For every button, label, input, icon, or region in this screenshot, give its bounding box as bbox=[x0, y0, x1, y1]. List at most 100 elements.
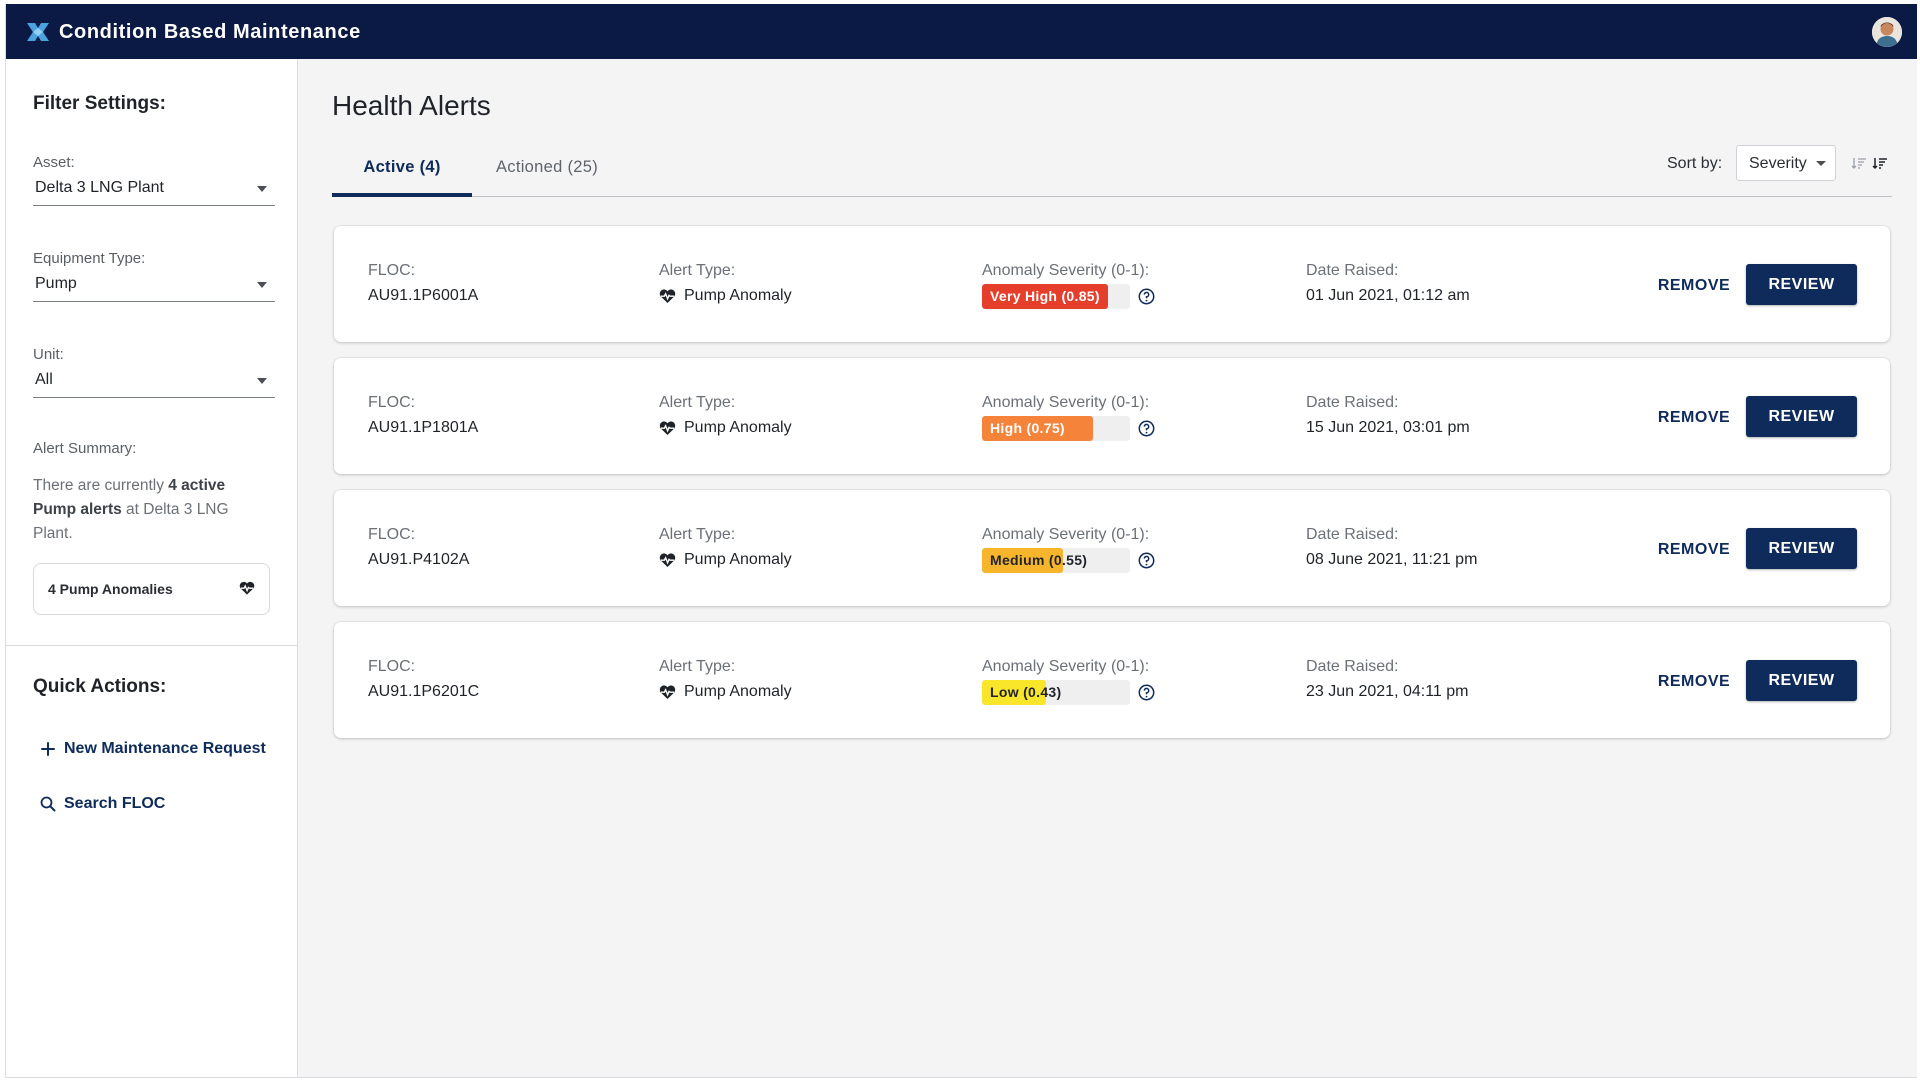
tab-actioned[interactable]: Actioned (25) bbox=[472, 141, 622, 197]
sort-by-value: Severity bbox=[1749, 155, 1807, 172]
severity-text: Low (0.43) bbox=[990, 684, 1062, 700]
help-icon[interactable] bbox=[1138, 684, 1155, 701]
alert-type-label: Alert Type: bbox=[659, 658, 736, 675]
alert-card: FLOC: AU91.1P1801A Alert Type: Pump Anom… bbox=[334, 358, 1890, 474]
severity-text: Medium (0.55) bbox=[990, 552, 1088, 568]
asset-label: Asset: bbox=[33, 154, 75, 171]
alert-type-label: Alert Type: bbox=[659, 394, 736, 411]
new-maintenance-request-label: New Maintenance Request bbox=[64, 740, 266, 757]
alert-type-value: Pump Anomaly bbox=[659, 419, 792, 437]
severity-bar: Medium (0.55) bbox=[982, 548, 1130, 573]
chevron-down-icon bbox=[257, 186, 267, 192]
heart-pulse-icon bbox=[659, 552, 676, 567]
search-icon bbox=[40, 796, 56, 812]
new-maintenance-request-link[interactable]: New Maintenance Request bbox=[40, 740, 266, 758]
equipment-type-select[interactable]: Pump bbox=[33, 270, 275, 302]
quick-actions-heading: Quick Actions: bbox=[33, 676, 167, 697]
active-count: 4 active bbox=[168, 477, 226, 494]
search-floc-link[interactable]: Search FLOC bbox=[40, 795, 165, 813]
review-button[interactable]: REVIEW bbox=[1746, 660, 1857, 701]
alert-type-value: Pump Anomaly bbox=[659, 287, 792, 305]
floc-value: AU91.1P6001A bbox=[368, 287, 479, 304]
pump-anomalies-chip[interactable]: 4 Pump Anomalies bbox=[33, 563, 270, 615]
alert-type-label: Alert Type: bbox=[659, 262, 736, 279]
date-raised-value: 23 Jun 2021, 04:11 pm bbox=[1306, 683, 1469, 700]
floc-label: FLOC: bbox=[368, 262, 416, 279]
floc-label: FLOC: bbox=[368, 394, 416, 411]
severity-label: Anomaly Severity (0-1): bbox=[982, 394, 1150, 411]
chevron-down-icon bbox=[1816, 161, 1826, 166]
floc-value: AU91.1P1801A bbox=[368, 419, 479, 436]
equipment-type-select-value: Pump bbox=[35, 275, 77, 292]
alert-type-label: Alert Type: bbox=[659, 526, 736, 543]
date-raised-value: 15 Jun 2021, 03:01 pm bbox=[1306, 419, 1470, 436]
sort-by-select[interactable]: Severity bbox=[1736, 145, 1836, 181]
heart-pulse-icon bbox=[659, 288, 676, 303]
severity-label: Anomaly Severity (0-1): bbox=[982, 658, 1150, 675]
remove-button[interactable]: REMOVE bbox=[1654, 403, 1734, 433]
remove-button[interactable]: REMOVE bbox=[1654, 271, 1734, 301]
app-logo-icon bbox=[27, 23, 49, 41]
severity-bar: Very High (0.85) bbox=[982, 284, 1130, 309]
alert-type-value: Pump Anomaly bbox=[659, 683, 792, 701]
date-raised-label: Date Raised: bbox=[1306, 658, 1399, 675]
review-button[interactable]: REVIEW bbox=[1746, 264, 1857, 305]
floc-value: AU91.1P6201C bbox=[368, 683, 480, 700]
tab-active[interactable]: Active (4) bbox=[332, 141, 472, 197]
app-frame: Condition Based Maintenance Filter Setti… bbox=[5, 4, 1917, 1078]
severity-label: Anomaly Severity (0-1): bbox=[982, 526, 1150, 543]
review-button[interactable]: REVIEW bbox=[1746, 396, 1857, 437]
search-floc-label: Search FLOC bbox=[64, 795, 166, 812]
heart-pulse-icon bbox=[659, 420, 676, 435]
help-icon[interactable] bbox=[1138, 552, 1155, 569]
remove-button[interactable]: REMOVE bbox=[1654, 667, 1734, 697]
sort-descending-icon[interactable] bbox=[1872, 156, 1888, 170]
chevron-down-icon bbox=[257, 282, 267, 288]
help-icon[interactable] bbox=[1138, 420, 1155, 437]
asset-select[interactable]: Delta 3 LNG Plant bbox=[33, 174, 275, 206]
filter-settings-heading: Filter Settings: bbox=[33, 93, 167, 114]
page-title: Health Alerts bbox=[332, 90, 491, 121]
heart-pulse-icon bbox=[239, 581, 255, 595]
alert-card: FLOC: AU91.1P6001A Alert Type: Pump Anom… bbox=[334, 226, 1890, 342]
alert-summary-label: Alert Summary: bbox=[33, 440, 137, 457]
severity-bar: High (0.75) bbox=[982, 416, 1130, 441]
alert-tabs: Active (4) Actioned (25) bbox=[332, 141, 1892, 197]
date-raised-value: 01 Jun 2021, 01:12 am bbox=[1306, 287, 1470, 304]
floc-label: FLOC: bbox=[368, 658, 416, 675]
help-icon[interactable] bbox=[1138, 288, 1155, 305]
review-button[interactable]: REVIEW bbox=[1746, 528, 1857, 569]
sort-by-label: Sort by: bbox=[1667, 155, 1723, 172]
unit-label: Unit: bbox=[33, 346, 64, 363]
severity-label: Anomaly Severity (0-1): bbox=[982, 262, 1150, 279]
floc-value: AU91.P4102A bbox=[368, 551, 470, 568]
heart-pulse-icon bbox=[659, 684, 676, 699]
pump-anomalies-chip-label: 4 Pump Anomalies bbox=[48, 581, 173, 597]
pump-alerts-text: Pump alerts bbox=[33, 501, 122, 518]
alert-type-value: Pump Anomaly bbox=[659, 551, 792, 569]
sort-ascending-icon[interactable] bbox=[1851, 156, 1867, 170]
date-raised-label: Date Raised: bbox=[1306, 526, 1399, 543]
filter-sidebar: Filter Settings: Asset: Delta 3 LNG Plan… bbox=[6, 59, 298, 1077]
top-bar: Condition Based Maintenance bbox=[6, 4, 1917, 59]
sidebar-divider bbox=[6, 645, 298, 646]
user-avatar[interactable] bbox=[1872, 17, 1902, 47]
app-title: Condition Based Maintenance bbox=[59, 21, 361, 43]
date-raised-value: 08 June 2021, 11:21 pm bbox=[1306, 551, 1478, 568]
equipment-type-label: Equipment Type: bbox=[33, 250, 146, 267]
chevron-down-icon bbox=[257, 378, 267, 384]
severity-bar: Low (0.43) bbox=[982, 680, 1130, 705]
alert-summary-text: There are currently 4 active Pump alerts… bbox=[33, 477, 229, 542]
date-raised-label: Date Raised: bbox=[1306, 262, 1399, 279]
plus-icon bbox=[41, 742, 55, 756]
severity-text: Very High (0.85) bbox=[990, 288, 1100, 304]
asset-select-value: Delta 3 LNG Plant bbox=[35, 179, 164, 196]
unit-select-value: All bbox=[35, 371, 53, 388]
unit-select[interactable]: All bbox=[33, 366, 275, 398]
remove-button[interactable]: REMOVE bbox=[1654, 535, 1734, 565]
date-raised-label: Date Raised: bbox=[1306, 394, 1399, 411]
severity-text: High (0.75) bbox=[990, 420, 1065, 436]
alert-card: FLOC: AU91.1P6201C Alert Type: Pump Anom… bbox=[334, 622, 1890, 738]
alert-card: FLOC: AU91.P4102A Alert Type: Pump Anoma… bbox=[334, 490, 1890, 606]
floc-label: FLOC: bbox=[368, 526, 416, 543]
